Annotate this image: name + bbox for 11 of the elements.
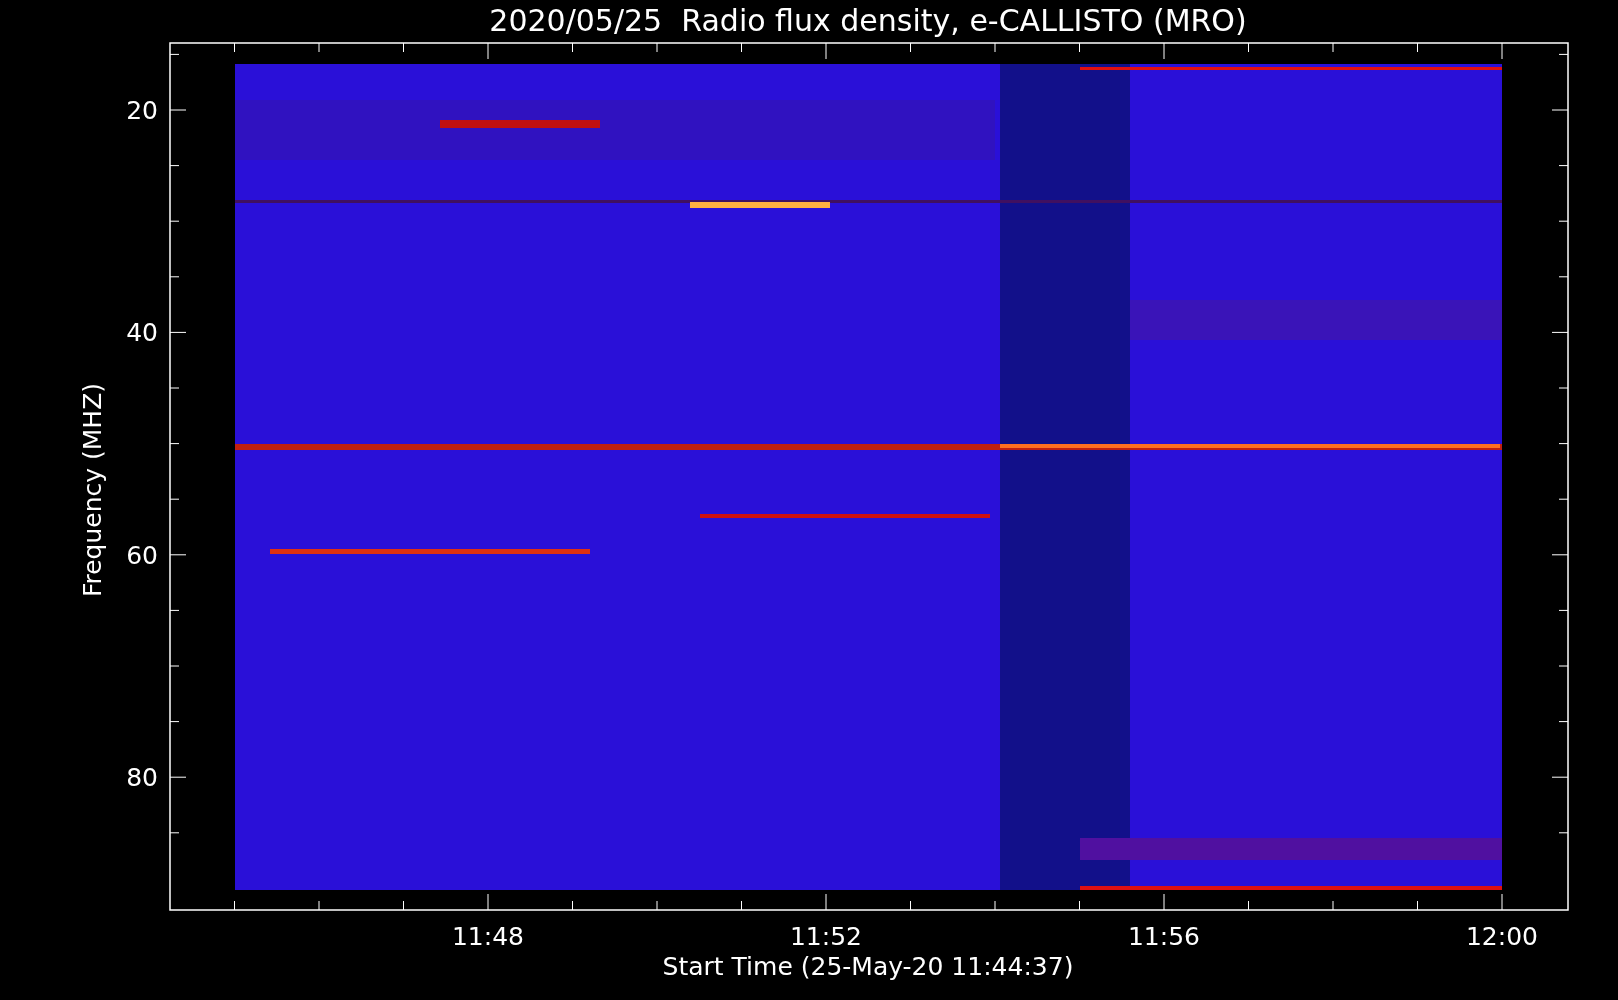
x-tick-label: 11:52 — [790, 922, 862, 951]
y-tick-label: 20 — [126, 96, 158, 125]
y-tick-label: 40 — [126, 318, 158, 348]
y-axis-label: Frequency (MHZ) — [78, 382, 107, 598]
x-tick-label: 11:56 — [1128, 922, 1200, 951]
chart-title: 2020/05/25 Radio flux density, e-CALLISTO (MRO) — [489, 3, 1247, 38]
x-tick-label: 12:00 — [1466, 922, 1538, 951]
x-tick-label: 11:48 — [452, 922, 524, 951]
y-tick-label: 80 — [126, 762, 158, 792]
x-axis-label: Start Time (25-May-20 11:44:37) — [662, 952, 1074, 981]
y-tick-label: 60 — [126, 540, 158, 570]
